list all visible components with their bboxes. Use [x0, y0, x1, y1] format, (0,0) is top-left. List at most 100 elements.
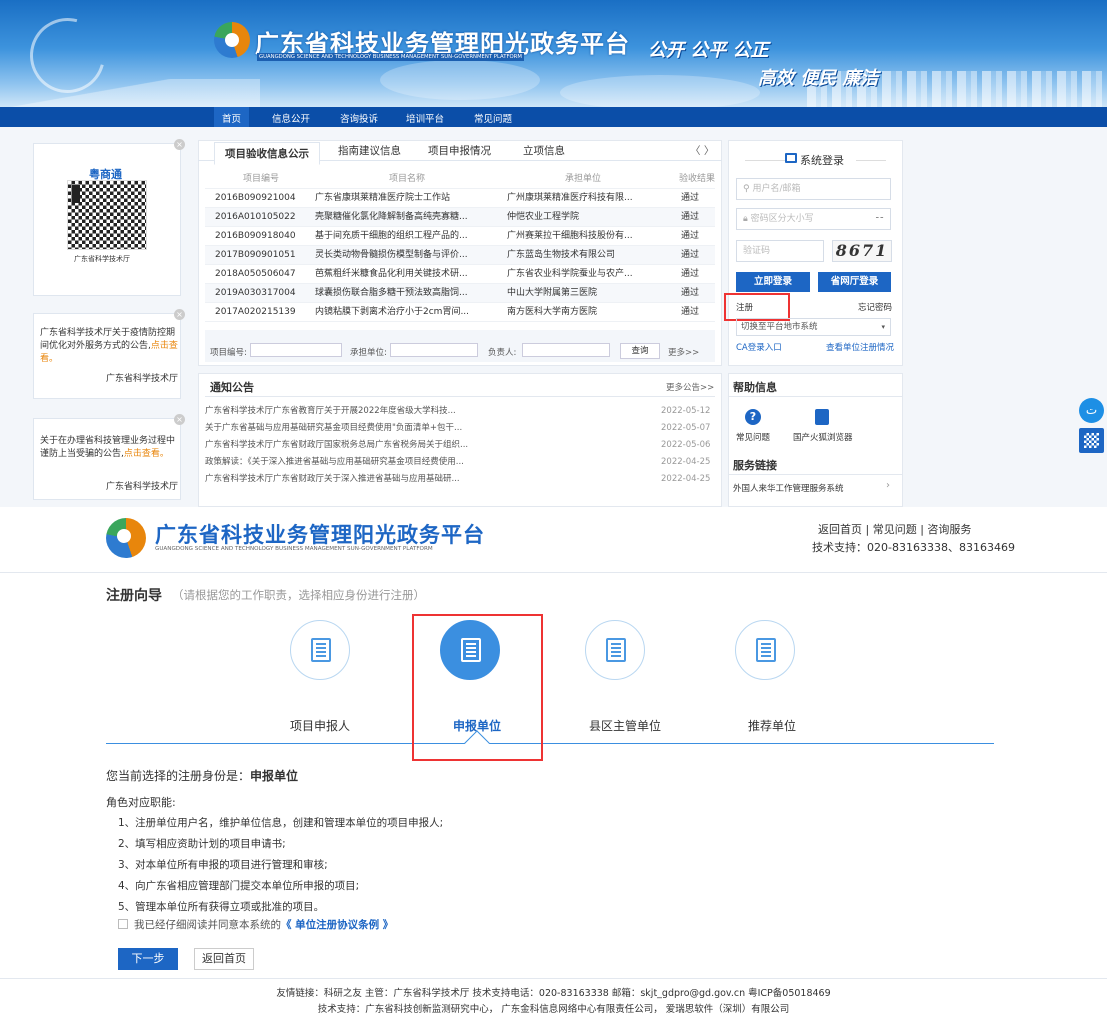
building-star-icon [606, 638, 626, 662]
qr-card: × 粤商通 广东省科学技术厅 [33, 139, 185, 296]
chevron-right-icon[interactable]: › [886, 480, 890, 491]
footer-links: 友情链接：科研之友 主管：广东省科学技术厅 技术支持电话：020-8316333… [276, 988, 831, 999]
step-label-county-unit[interactable]: 县区主管单位 [575, 717, 675, 734]
search-label-code: 项目编号: [210, 348, 247, 358]
help-title: 帮助信息 [733, 381, 777, 394]
browser-link[interactable]: 国产火狐浏览器 [793, 431, 853, 443]
announcement-item[interactable]: 广东省科学技术厅广东省教育厅关于开展2022年度省级大学科技... 2022-05… [205, 403, 715, 420]
faq-link[interactable]: 常见问题 [736, 431, 770, 443]
tab-apply[interactable]: 项目申报情况 [428, 143, 491, 158]
search-button[interactable]: 查询 [620, 343, 660, 359]
id-card-icon [311, 638, 331, 662]
top-banner: 广东省科技业务管理阳光政务平台 GUANGDONG SCIENCE AND TE… [0, 0, 1107, 107]
step-label-applicant[interactable]: 项目申报人 [270, 717, 370, 734]
nav-faq[interactable]: 常见问题 [474, 111, 512, 125]
table-row[interactable]: 2017A020215139 内镜粘膜下剥离术治疗小于2cm胃间... 南方医科大学… [205, 303, 715, 322]
step-county-unit[interactable] [585, 620, 645, 680]
more-announcements-link[interactable]: 更多公告>> [666, 381, 714, 393]
table-row[interactable]: 2017B090901051 灵长类动物骨髓损伤模型制备与评价... 广东蓝岛生物技… [205, 246, 715, 265]
unit-status-link[interactable]: 查看单位注册情况 [826, 341, 894, 353]
hall-login-button[interactable]: 省网厅登录 [818, 272, 891, 292]
service-title: 服务链接 [733, 459, 777, 472]
back-home-button[interactable]: 返回首页 [194, 948, 254, 970]
captcha-image[interactable]: 8671 [832, 240, 892, 262]
search-code-input[interactable] [250, 343, 342, 357]
step-applicant[interactable] [290, 620, 350, 680]
duty-item: 5、管理本单位所有获得立项或批准的项目。 [118, 901, 325, 913]
next-button[interactable]: 下一步 [118, 948, 178, 970]
duty-item: 2、填写相应资助计划的项目申请书; [118, 838, 286, 850]
wizard-title: 注册向导 [106, 588, 162, 604]
eye-icon: ⁃⁃ [875, 214, 884, 224]
search-leader-input[interactable] [522, 343, 610, 357]
close-icon[interactable]: × [174, 139, 185, 150]
step-recommend-unit[interactable] [735, 620, 795, 680]
table-row[interactable]: 2016A010105022 壳聚糖催化氯化降解制备高纯壳寡糖... 仲恺农业工程学… [205, 208, 715, 227]
close-icon[interactable]: × [174, 309, 185, 320]
table-header: 项目编号 项目名称 承担单位 验收结果 [205, 170, 715, 189]
nav-home[interactable]: 首页 [214, 107, 250, 129]
table-row[interactable]: 2016B090918040 基于间充质干细胞的组织工程产品的... 广州赛莱拉干细… [205, 227, 715, 246]
login-button[interactable]: 立即登录 [736, 272, 810, 292]
ca-login-link[interactable]: CA登录入口 [736, 341, 782, 353]
slogan-open-fair: 公开 公平 公正 [648, 40, 769, 61]
main-nav: 首页 信息公开 咨询投诉 培训平台 常见问题 [0, 107, 1107, 129]
table-row[interactable]: 2019A030317004 球囊损伤联合脂多糖干预法致高脂饲... 中山大学附属第… [205, 284, 715, 303]
banner-subtitle: GUANGDONG SCIENCE AND TECHNOLOGY BUSINES… [257, 53, 524, 61]
tab-scroll-arrows[interactable]: 〈 〉 [690, 143, 714, 158]
current-identity: 您当前选择的注册身份是：申报单位 [106, 769, 299, 783]
duty-item: 1、注册单位用户名，维护单位信息，创建和管理本单位的项目申报人; [118, 817, 444, 829]
tab-approval[interactable]: 立项信息 [523, 143, 565, 158]
building-thumb-icon [756, 638, 776, 662]
highlight-box [724, 293, 790, 321]
highlight-box [412, 614, 543, 761]
step-divider [106, 743, 994, 744]
forgot-password-link[interactable]: 忘记密码 [858, 301, 892, 313]
password-input[interactable]: 🔒︎ 密码区分大小写 ⁃⁃ [736, 208, 891, 230]
notice-link[interactable]: 点击查看。 [124, 449, 169, 459]
nav-training[interactable]: 培训平台 [406, 111, 444, 125]
tab-acceptance[interactable]: 项目验收信息公示 [214, 142, 320, 165]
tab-guide[interactable]: 指南建议信息 [338, 143, 401, 158]
username-input[interactable]: ⚲ 用户名/邮箱 [736, 178, 891, 200]
nav-info[interactable]: 信息公开 [272, 111, 310, 125]
table-row[interactable]: 2018A050506047 芭蕉粗纤米糠食品化利用关键技术研... 广东省农业科学… [205, 265, 715, 284]
agree-text: 我已经仔细阅读并同意本系统的《 单位注册协议条例 》 [134, 919, 394, 931]
question-icon[interactable]: ? [745, 409, 761, 425]
announcement-item[interactable]: 关于广东省基础与应用基础研究基金项目经费使用"负面清单+包干... 2022-05… [205, 420, 715, 437]
agreement-link[interactable]: 《 单位注册协议条例 》 [281, 919, 393, 931]
agree-checkbox[interactable] [118, 919, 128, 929]
qr-float-icon[interactable] [1079, 428, 1104, 453]
wizard-hint: （请根据您的工作职责，选择相应身份进行注册） [172, 588, 425, 602]
header-links[interactable]: 返回首页 | 常见问题 | 咨询服务 [818, 521, 971, 537]
close-icon[interactable]: × [174, 414, 185, 425]
qr-caption: 广东省科学技术厅 [74, 255, 130, 263]
captcha-input[interactable]: 验证码 [736, 240, 824, 262]
platform-logo-icon [214, 22, 250, 61]
header-support: 技术支持：020-83163338、83163469 [812, 541, 1015, 554]
notice-from: 广东省科学技术厅 [106, 482, 179, 492]
role-title: 角色对应职能: [106, 796, 176, 809]
login-title: 系统登录 [800, 154, 844, 167]
duty-item: 4、向广东省相应管理部门提交本单位所申报的项目; [118, 880, 360, 892]
announcement-item[interactable]: 广东省科学技术厅广东省财政厅关于深入推进省基础与应用基础研... 2022-04-… [205, 471, 715, 488]
browser-icon[interactable] [815, 409, 829, 425]
footer-support: 技术支持：广东省科技创新监测研究中心， 广东金科信息网络中心有限责任公司， 爱瑞… [317, 1004, 790, 1015]
more-link[interactable]: 更多>> [668, 346, 699, 358]
monitor-icon [785, 153, 797, 163]
step-label-recommend-unit[interactable]: 推荐单位 [722, 717, 822, 734]
header-title: 广东省科技业务管理阳光政务平台 [155, 523, 485, 547]
chat-icon[interactable]: ت [1079, 398, 1104, 423]
city-system-select[interactable]: 切换至平台地市系统 ▾ [736, 318, 891, 336]
notice-card-epidemic: × 广东省科学技术厅关于疫情防控期间优化对外服务方式的公告,点击查看。 广东省科… [33, 309, 185, 399]
search-unit-input[interactable] [390, 343, 478, 357]
announcement-item[interactable]: 政策解读：《关于深入推进省基础与应用基础研究基金项目经费使用... 2022-04… [205, 454, 715, 471]
platform-logo-icon [106, 518, 146, 561]
search-label-leader: 负责人: [488, 348, 517, 358]
table-row[interactable]: 2016B090921004 广东省康琪莱精准医疗院士工作站 广州康琪莱精准医疗科技… [205, 189, 715, 208]
announcement-item[interactable]: 广东省科学技术厅广东省财政厅国家税务总局广东省税务局关于组织... 2022-05… [205, 437, 715, 454]
service-link[interactable]: 外国人来华工作管理服务系统 [733, 482, 844, 494]
header-subtitle: GUANGDONG SCIENCE AND TECHNOLOGY BUSINES… [155, 546, 433, 552]
announcement-title: 通知公告 [210, 381, 254, 394]
nav-complaint[interactable]: 咨询投诉 [340, 111, 378, 125]
